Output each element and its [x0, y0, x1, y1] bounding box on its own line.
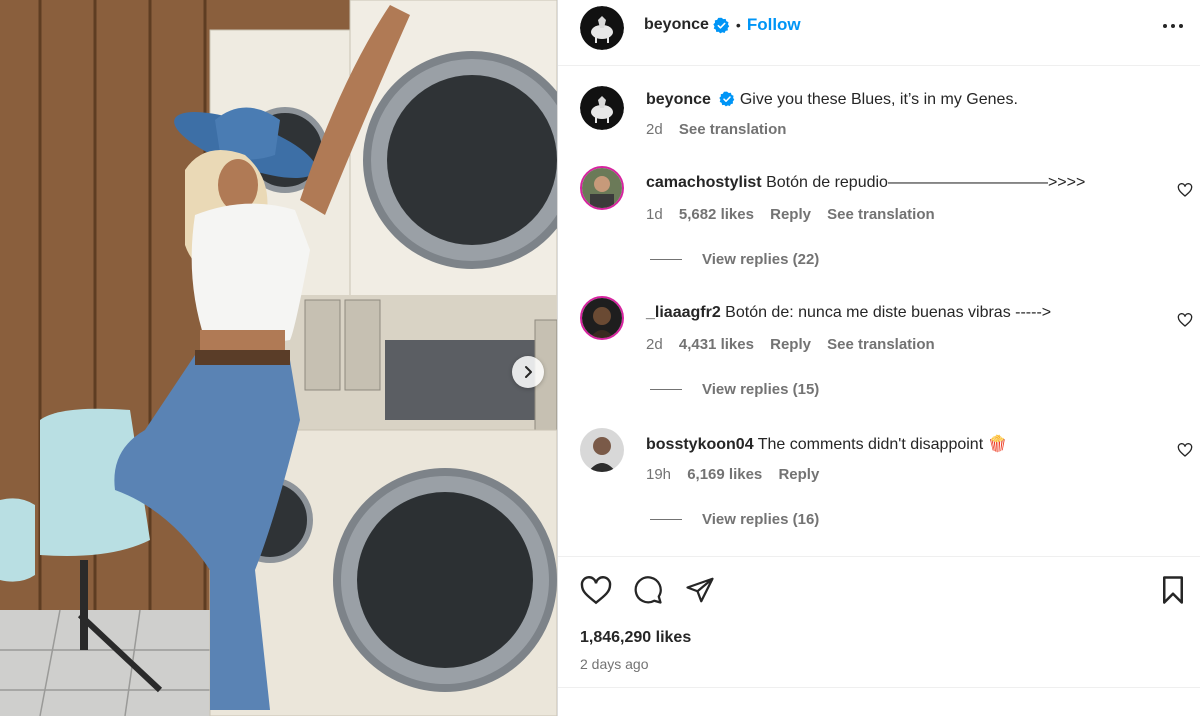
- author-username[interactable]: beyonce: [644, 16, 709, 34]
- view-replies-label: View replies (16): [702, 511, 820, 528]
- comment-text: Botón de: nunca me diste buenas vibras -…: [725, 304, 1052, 321]
- commenter-username[interactable]: bosstykoon04: [646, 436, 754, 453]
- comment-time: 2d: [646, 336, 663, 353]
- commenter-avatar[interactable]: [580, 428, 624, 472]
- action-bar: 1,846,290 likes 2 days ago: [558, 556, 1200, 716]
- separator-dot: •: [735, 17, 741, 33]
- author-avatar[interactable]: [580, 86, 624, 130]
- commenter-avatar[interactable]: [580, 296, 624, 340]
- commenter-avatar[interactable]: [580, 166, 624, 210]
- comment-time: 19h: [646, 466, 672, 483]
- like-button[interactable]: [580, 575, 612, 610]
- view-replies-button[interactable]: View replies (16): [650, 511, 819, 528]
- verified-badge-icon: [713, 17, 730, 33]
- more-options-icon: [1163, 24, 1183, 28]
- more-options-button[interactable]: [1161, 18, 1185, 39]
- comment-like-button[interactable]: [1177, 182, 1193, 203]
- reply-button[interactable]: Reply: [770, 336, 811, 353]
- replies-divider: [650, 389, 682, 390]
- post-panel: beyonce • Follow beyonce Give you these …: [557, 0, 1200, 716]
- comment-meta: 1d 5,682 likes Reply See translation: [646, 206, 947, 223]
- reply-button[interactable]: Reply: [778, 466, 819, 483]
- comment-button[interactable]: [632, 575, 664, 610]
- save-button[interactable]: [1159, 575, 1187, 610]
- comment-likes[interactable]: 4,431 likes: [679, 336, 754, 353]
- caption-text: beyonce Give you these Blues, it’s in my…: [646, 91, 1018, 109]
- comment-meta: 19h 6,169 likes Reply: [646, 466, 831, 483]
- commenter-username[interactable]: _liaaagfr2: [646, 304, 721, 321]
- share-button[interactable]: [684, 575, 716, 610]
- heart-icon: [580, 576, 612, 605]
- see-translation-link[interactable]: See translation: [827, 336, 935, 353]
- comment-text: Botón de repudio——————————>>>>: [766, 174, 1086, 191]
- chevron-right-icon: [525, 366, 532, 378]
- commenter-username[interactable]: camachostylist: [646, 174, 762, 191]
- comment-icon: [634, 576, 662, 604]
- caption-username[interactable]: beyonce: [646, 91, 711, 108]
- add-comment-bar: [558, 687, 1200, 716]
- comment-meta: 2d 4,431 likes Reply See translation: [646, 336, 947, 353]
- caption-time: 2d: [646, 121, 663, 138]
- comment-likes[interactable]: 5,682 likes: [679, 206, 754, 223]
- heart-icon: [1177, 313, 1193, 327]
- author-avatar[interactable]: [580, 6, 624, 50]
- verified-badge-icon: [719, 91, 735, 107]
- comment-like-button[interactable]: [1177, 442, 1193, 463]
- bookmark-icon: [1163, 576, 1183, 604]
- see-translation-link[interactable]: See translation: [679, 121, 787, 138]
- comment-like-button[interactable]: [1177, 312, 1193, 333]
- likes-count[interactable]: 1,846,290 likes: [580, 629, 691, 647]
- comment-time: 1d: [646, 206, 663, 223]
- next-image-button[interactable]: [512, 356, 544, 388]
- view-replies-button[interactable]: View replies (15): [650, 381, 819, 398]
- paper-plane-icon: [686, 577, 714, 603]
- replies-divider: [650, 259, 682, 260]
- comment-text: The comments didn't disappoint 🍿: [757, 436, 1008, 453]
- reply-button[interactable]: Reply: [770, 206, 811, 223]
- post-header: beyonce • Follow: [558, 0, 1200, 66]
- view-replies-button[interactable]: View replies (22): [650, 251, 819, 268]
- caption-meta: 2d See translation: [646, 121, 798, 138]
- view-replies-label: View replies (22): [702, 251, 820, 268]
- follow-button[interactable]: Follow: [747, 15, 801, 35]
- replies-divider: [650, 519, 682, 520]
- post-image[interactable]: [0, 0, 557, 716]
- heart-icon: [1177, 183, 1193, 197]
- caption-body: Give you these Blues, it’s in my Genes.: [739, 91, 1018, 108]
- comment-likes[interactable]: 6,169 likes: [687, 466, 762, 483]
- heart-icon: [1177, 443, 1193, 457]
- view-replies-label: View replies (15): [702, 381, 820, 398]
- see-translation-link[interactable]: See translation: [827, 206, 935, 223]
- post-timestamp: 2 days ago: [580, 656, 649, 672]
